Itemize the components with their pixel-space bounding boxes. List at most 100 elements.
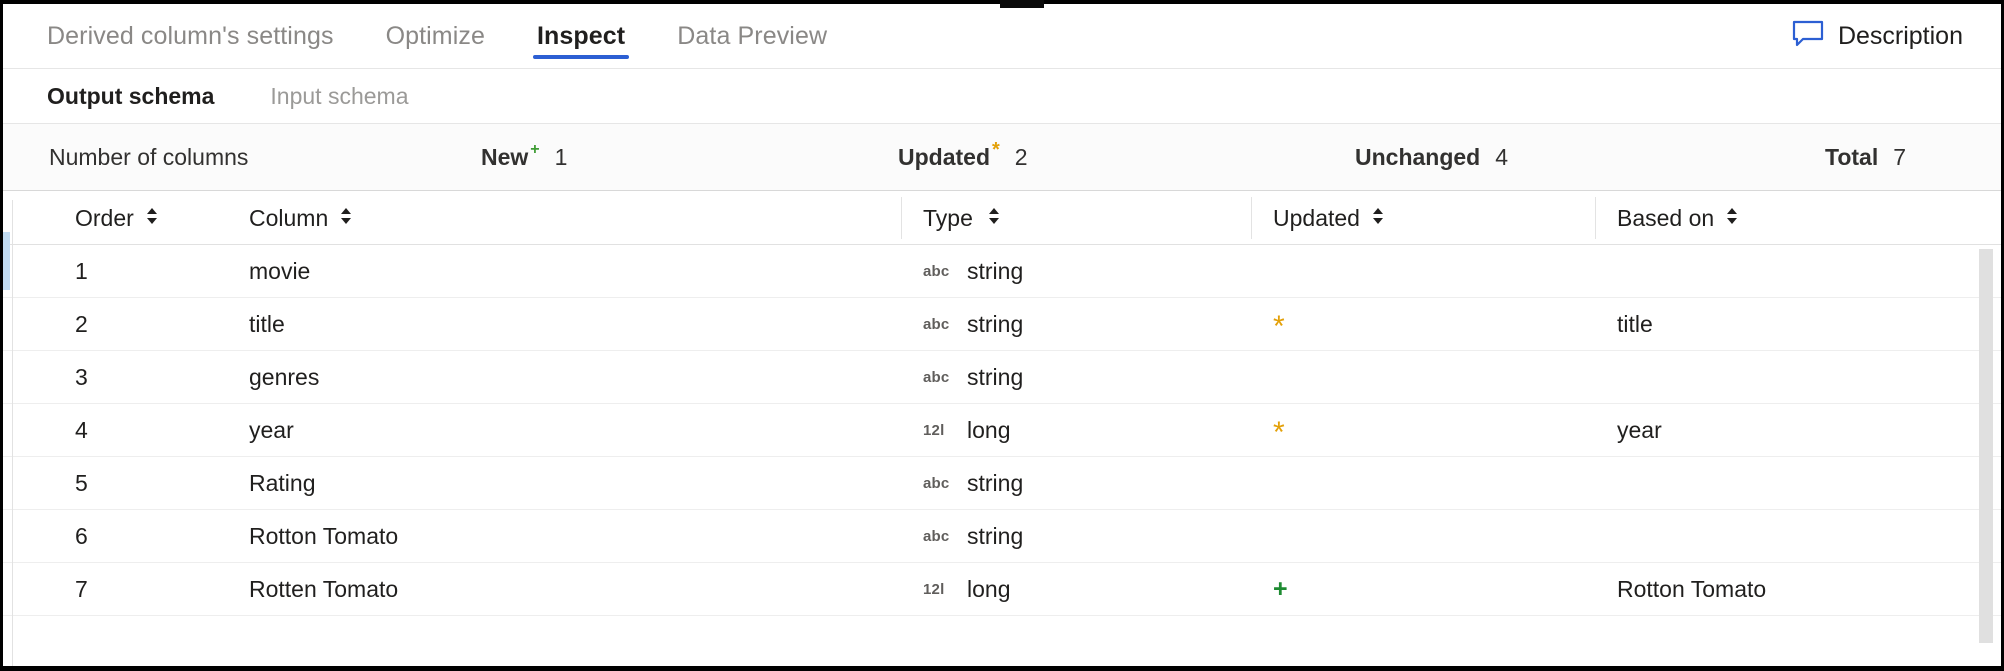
column-header-updated[interactable]: Updated — [1273, 191, 1385, 245]
type-badge-icon: 12l — [923, 581, 953, 598]
table-row[interactable]: 6 Rotton Tomato abc string — [3, 510, 2001, 563]
cell-type-label: long — [967, 576, 1010, 603]
summary-number-of-columns: Number of columns — [49, 124, 248, 191]
cell-type-label: string — [967, 470, 1023, 497]
cell-based-on: year — [1617, 404, 1662, 457]
table-row[interactable]: 7 Rotten Tomato 12l long + Rotton Tomato — [3, 563, 2001, 616]
column-header-based-on[interactable]: Based on — [1617, 191, 1739, 245]
cell-type: abc string — [923, 510, 1023, 563]
updated-asterisk-icon: * — [1273, 312, 1285, 342]
cell-based-on: title — [1617, 298, 1653, 351]
cell-order: 2 — [75, 298, 88, 351]
cell-column: title — [249, 298, 285, 351]
tab-label: Optimize — [386, 22, 485, 51]
new-plus-icon: + — [1273, 577, 1288, 602]
cell-column: Rating — [249, 457, 315, 510]
column-header-type[interactable]: Type — [923, 191, 1001, 245]
cell-order: 1 — [75, 245, 88, 298]
type-badge-icon: abc — [923, 475, 953, 492]
column-header-label: Updated — [1273, 205, 1360, 232]
subtab-input-schema[interactable]: Input schema — [270, 83, 408, 110]
cell-order: 3 — [75, 351, 88, 404]
header-divider — [1251, 197, 1252, 239]
tab-label: Derived column's settings — [47, 22, 334, 51]
table-row[interactable]: 3 genres abc string — [3, 351, 2001, 404]
summary-total-label: Total — [1825, 144, 1878, 171]
summary-updated-value: 2 — [1015, 144, 1028, 171]
speech-bubble-icon — [1792, 20, 1824, 53]
tab-data-preview[interactable]: Data Preview — [651, 4, 853, 69]
summary-updated-label: Updated — [898, 144, 990, 171]
updated-asterisk-icon: * — [1273, 418, 1285, 448]
column-header-label: Order — [75, 205, 134, 232]
column-header-label: Type — [923, 205, 973, 232]
cell-type-label: long — [967, 417, 1010, 444]
tab-derived-column-settings[interactable]: Derived column's settings — [47, 4, 360, 69]
subtab-output-schema[interactable]: Output schema — [47, 83, 214, 110]
column-header-column[interactable]: Column — [249, 191, 353, 245]
cell-column: movie — [249, 245, 310, 298]
subtab-label: Input schema — [270, 83, 408, 109]
left-selection-accent — [3, 232, 10, 290]
cell-updated-marker: + — [1273, 563, 1288, 616]
cell-type-label: string — [967, 258, 1023, 285]
cell-type: abc string — [923, 245, 1023, 298]
cell-type-label: string — [967, 311, 1023, 338]
sort-arrows-icon — [1371, 205, 1385, 232]
cell-type-label: string — [967, 364, 1023, 391]
table-row[interactable]: 5 Rating abc string — [3, 457, 2001, 510]
cell-type-label: string — [967, 523, 1023, 550]
cell-based-on: Rotton Tomato — [1617, 563, 1766, 616]
schema-table: Order Column Type Updated — [3, 191, 2001, 658]
window-top-notch — [1000, 0, 1044, 8]
tab-bar: Derived column's settings Optimize Inspe… — [3, 4, 2001, 69]
summary-unchanged-value: 4 — [1495, 144, 1508, 171]
column-header-label: Based on — [1617, 205, 1714, 232]
cell-order: 5 — [75, 457, 88, 510]
type-badge-icon: abc — [923, 316, 953, 333]
cell-updated-marker: * — [1273, 404, 1285, 457]
sort-arrows-icon — [339, 205, 353, 232]
table-row[interactable]: 1 movie abc string — [3, 245, 2001, 298]
summary-total: Total 7 — [1825, 124, 1906, 191]
left-panel-divider — [12, 200, 13, 666]
cell-column: Rotton Tomato — [249, 510, 398, 563]
schema-subtab-bar: Output schema Input schema — [3, 69, 2001, 124]
tab-inspect[interactable]: Inspect — [511, 4, 651, 69]
table-row[interactable]: 4 year 12l long * year — [3, 404, 2001, 457]
column-header-label: Column — [249, 205, 328, 232]
type-badge-icon: 12l — [923, 422, 953, 439]
tab-optimize[interactable]: Optimize — [360, 4, 511, 69]
type-badge-icon: abc — [923, 369, 953, 386]
table-row[interactable]: 2 title abc string * title — [3, 298, 2001, 351]
summary-unchanged: Unchanged 4 — [1355, 124, 1508, 191]
summary-unchanged-label: Unchanged — [1355, 144, 1480, 171]
cell-type: abc string — [923, 351, 1023, 404]
cell-order: 4 — [75, 404, 88, 457]
summary-total-value: 7 — [1893, 144, 1906, 171]
subtab-label: Output schema — [47, 83, 214, 109]
sort-arrows-icon — [987, 205, 1001, 232]
type-badge-icon: abc — [923, 263, 953, 280]
description-button[interactable]: Description — [1792, 4, 1963, 69]
tab-label: Inspect — [537, 22, 625, 51]
cell-order: 7 — [75, 563, 88, 616]
summary-new: New + 1 — [481, 124, 567, 191]
inspect-panel: Derived column's settings Optimize Inspe… — [0, 0, 2004, 671]
cell-type: abc string — [923, 298, 1023, 351]
summary-new-value: 1 — [555, 144, 568, 171]
header-divider — [901, 197, 902, 239]
table-vertical-scrollbar[interactable] — [1979, 249, 1993, 643]
summary-new-label: New — [481, 144, 528, 171]
cell-column: Rotten Tomato — [249, 563, 398, 616]
summary-title: Number of columns — [49, 144, 248, 171]
column-header-order[interactable]: Order — [75, 191, 159, 245]
cell-type: 12l long — [923, 404, 1010, 457]
tab-label: Data Preview — [677, 22, 827, 51]
cell-order: 6 — [75, 510, 88, 563]
header-divider — [1595, 197, 1596, 239]
type-badge-icon: abc — [923, 528, 953, 545]
sort-arrows-icon — [1725, 205, 1739, 232]
cell-type: 12l long — [923, 563, 1010, 616]
table-header-row: Order Column Type Updated — [3, 191, 2001, 245]
